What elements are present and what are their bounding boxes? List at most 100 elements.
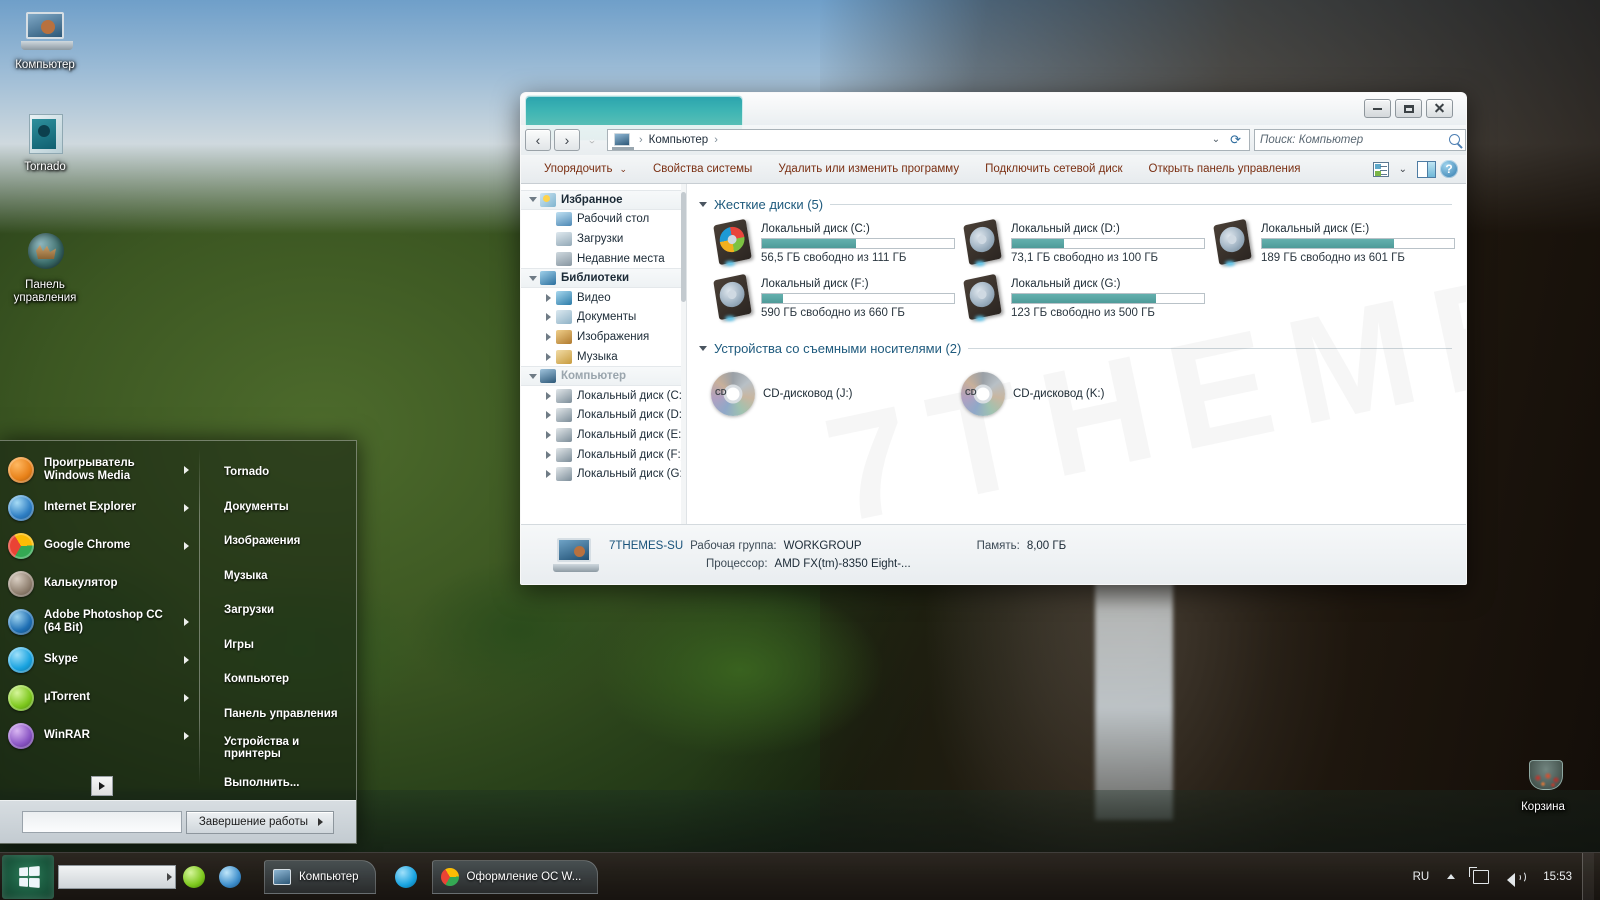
start-menu-place-devices-printers[interactable]: Устройства и принтеры	[212, 731, 356, 766]
tree-item[interactable]: Компьютер	[521, 366, 686, 386]
tree-item[interactable]: Локальный диск (F:)	[521, 445, 686, 465]
taskbar-icon-ie[interactable]	[212, 855, 248, 899]
desktop-icon-recycle-bin[interactable]: Корзина	[1498, 752, 1588, 814]
recent-pages-dropdown[interactable]: ⌄	[583, 134, 601, 145]
start-menu-item-wmp[interactable]: Проигрыватель Windows Media	[0, 451, 199, 489]
map-network-drive-button[interactable]: Подключить сетевой диск	[972, 154, 1135, 184]
drive-tile-d[interactable]: Локальный диск (D:) 73,1 ГБ свободно из …	[947, 218, 1205, 275]
tree-item[interactable]: Загрузки	[521, 229, 686, 249]
cd-drive-tile-j[interactable]: CD-дисковод (J:)	[697, 364, 947, 424]
file-list-pane[interactable]: 7THEMES.SU Жесткие диски (5) Локальный д…	[687, 184, 1466, 524]
start-menu-search-input[interactable]	[22, 811, 182, 833]
address-bar[interactable]: › Компьютер › ⌄ ⟳	[607, 128, 1250, 151]
start-menu-place-pictures[interactable]: Изображения	[212, 524, 356, 559]
organize-button[interactable]: Упорядочить ⌄	[531, 154, 640, 184]
quick-launch-bar[interactable]	[58, 864, 176, 889]
twisty-expanded-icon[interactable]	[527, 276, 538, 281]
tree-item[interactable]: Библиотеки	[521, 268, 686, 288]
start-menu-item-skype[interactable]: Skype	[0, 641, 199, 679]
twisty-collapsed-icon[interactable]	[543, 392, 554, 400]
twisty-collapsed-icon[interactable]	[543, 431, 554, 439]
desktop-icon-control-panel[interactable]: Панель управления	[0, 228, 90, 305]
show-hidden-icons-button[interactable]	[1438, 853, 1464, 900]
tree-item[interactable]: Видео	[521, 288, 686, 308]
twisty-collapsed-icon[interactable]	[543, 451, 554, 459]
start-menu-place-games[interactable]: Игры	[212, 628, 356, 663]
explorer-window[interactable]: ‹ › ⌄ › Компьютер › ⌄ ⟳ Поиск: Компьютер…	[520, 92, 1467, 585]
minimize-button[interactable]	[1364, 99, 1391, 118]
start-menu[interactable]: Проигрыватель Windows Media Internet Exp…	[0, 440, 357, 844]
collapse-triangle-icon[interactable]	[699, 201, 707, 207]
start-menu-item-photoshop[interactable]: Adobe Photoshop CC (64 Bit)	[0, 603, 199, 641]
forward-button[interactable]: ›	[554, 128, 580, 151]
language-indicator[interactable]: RU	[1404, 853, 1439, 900]
group-header-removable-devices[interactable]: Устройства со съемными носителями (2)	[699, 336, 1466, 360]
taskbar-task-chrome[interactable]: Оформление ОС W...	[431, 859, 599, 894]
cd-drive-tile-k[interactable]: CD-дисковод (K:)	[947, 364, 1197, 424]
window-caption-bar[interactable]	[521, 93, 1466, 141]
tree-item[interactable]: Недавние места	[521, 249, 686, 269]
taskbar-icon-skype[interactable]	[388, 855, 424, 899]
start-menu-place-music[interactable]: Музыка	[212, 559, 356, 594]
shutdown-button[interactable]: Завершение работы	[185, 810, 334, 834]
clock[interactable]: 15:53	[1533, 853, 1582, 900]
drive-tile-c[interactable]: Локальный диск (C:) 56,5 ГБ свободно из …	[697, 218, 955, 275]
tree-item[interactable]: Локальный диск (G:)	[521, 464, 686, 484]
drive-tile-f[interactable]: Локальный диск (F:) 590 ГБ свободно из 6…	[697, 273, 955, 330]
navigation-pane[interactable]: Избранное Рабочий стол Загрузки Недавние ме…	[521, 184, 687, 524]
tree-item[interactable]: Музыка	[521, 347, 686, 367]
drive-tile-e[interactable]: Локальный диск (E:) 189 ГБ свободно из 6…	[1197, 218, 1455, 275]
network-button[interactable]	[1464, 853, 1498, 900]
start-menu-place-computer[interactable]: Компьютер	[212, 662, 356, 697]
show-desktop-button[interactable]	[1582, 852, 1594, 900]
navigation-scrollbar[interactable]	[681, 184, 686, 524]
start-menu-place-control-panel[interactable]: Панель управления	[212, 697, 356, 732]
twisty-collapsed-icon[interactable]	[543, 411, 554, 419]
start-menu-item-utorrent[interactable]: µTorrent	[0, 679, 199, 717]
tree-item[interactable]: Локальный диск (D:)	[521, 406, 686, 426]
tree-item[interactable]: Документы	[521, 308, 686, 328]
twisty-expanded-icon[interactable]	[527, 197, 538, 202]
twisty-collapsed-icon[interactable]	[543, 313, 554, 321]
tree-item[interactable]: Изображения	[521, 327, 686, 347]
navigation-scrollbar-thumb[interactable]	[681, 192, 686, 302]
system-properties-button[interactable]: Свойства системы	[640, 154, 765, 184]
help-icon[interactable]: ?	[1440, 160, 1458, 178]
close-button[interactable]	[1426, 99, 1453, 118]
maximize-button[interactable]	[1395, 99, 1422, 118]
preview-pane-icon[interactable]	[1417, 160, 1436, 178]
drive-tile-g[interactable]: Локальный диск (G:) 123 ГБ свободно из 5…	[947, 273, 1205, 330]
start-menu-item-internet-explorer[interactable]: Internet Explorer	[0, 489, 199, 527]
desktop-icon-computer[interactable]: Компьютер	[0, 8, 90, 72]
desktop-icon-tornado[interactable]: Tornado	[0, 110, 90, 174]
open-control-panel-button[interactable]: Открыть панель управления	[1136, 154, 1314, 184]
volume-button[interactable]	[1498, 853, 1533, 900]
uninstall-change-program-button[interactable]: Удалить или изменить программу	[765, 154, 972, 184]
twisty-collapsed-icon[interactable]	[543, 294, 554, 302]
twisty-collapsed-icon[interactable]	[543, 353, 554, 361]
start-menu-place-run[interactable]: Выполнить...	[212, 766, 356, 801]
start-button[interactable]	[2, 854, 54, 899]
address-history-icon[interactable]: ⌄	[1212, 134, 1220, 145]
group-header-hard-drives[interactable]: Жесткие диски (5)	[699, 192, 1466, 216]
taskbar-icon-utorrent[interactable]	[176, 855, 212, 899]
breadcrumb-item-computer[interactable]: Компьютер	[647, 134, 711, 146]
search-input[interactable]: Поиск: Компьютер	[1254, 128, 1466, 151]
start-menu-place-tornado[interactable]: Tornado	[212, 455, 356, 490]
start-menu-item-calculator[interactable]: Калькулятор	[0, 565, 199, 603]
all-programs-button[interactable]	[91, 776, 113, 796]
refresh-icon[interactable]: ⟳	[1230, 132, 1241, 148]
start-menu-place-documents[interactable]: Документы	[212, 490, 356, 525]
collapse-triangle-icon[interactable]	[699, 345, 707, 351]
tree-item[interactable]: Избранное	[521, 190, 686, 210]
tree-item[interactable]: Рабочий стол	[521, 210, 686, 230]
chevron-down-icon[interactable]: ⌄	[1393, 164, 1413, 175]
taskbar[interactable]: Компьютер Оформление ОС W... RU 15:53	[0, 852, 1600, 900]
start-menu-place-downloads[interactable]: Загрузки	[212, 593, 356, 628]
tree-item[interactable]: Локальный диск (E:)	[521, 425, 686, 445]
twisty-collapsed-icon[interactable]	[543, 470, 554, 478]
start-menu-item-google-chrome[interactable]: Google Chrome	[0, 527, 199, 565]
start-menu-item-winrar[interactable]: WinRAR	[0, 717, 199, 755]
tree-item[interactable]: Локальный диск (C:)	[521, 386, 686, 406]
taskbar-task-computer[interactable]: Компьютер	[264, 859, 376, 894]
